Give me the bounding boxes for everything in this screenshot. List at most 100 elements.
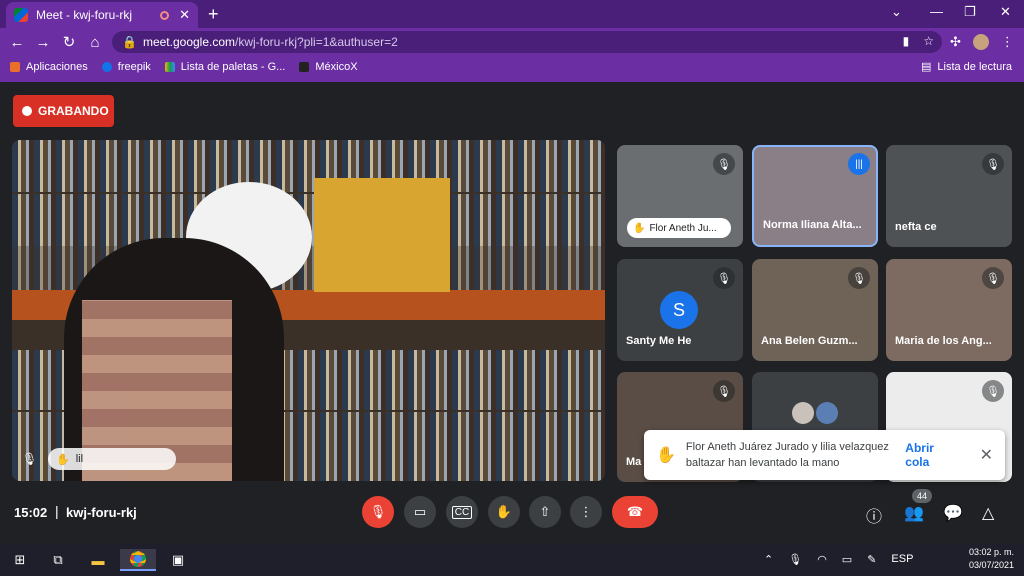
home-button[interactable]: ⌂: [82, 34, 108, 51]
open-queue-button[interactable]: Abrir cola: [905, 441, 957, 469]
avatar: [816, 402, 838, 424]
camera-toggle-button[interactable]: ▭: [404, 496, 436, 528]
participant-tile[interactable]: 🎙 Maria de los Ang...: [886, 259, 1012, 361]
battery-icon[interactable]: ▭: [842, 553, 852, 566]
app-taskbar-icon[interactable]: ▣: [160, 549, 196, 571]
browser-frame: Meet - kwj-foru-rkj ✕ + ⌄ — ❐ ✕ ← → ↻ ⌂ …: [0, 0, 1024, 82]
meeting-code: kwj-foru-rkj: [66, 505, 137, 520]
participant-name: Norma Iliana Alta...: [763, 219, 862, 231]
toast-message: Flor Aneth Juárez Jurado y lilia velazqu…: [685, 441, 889, 469]
forward-button[interactable]: →: [30, 34, 56, 51]
bookmark-star-icon[interactable]: ☆: [923, 34, 934, 48]
extensions-area: ✣ ⋮: [950, 34, 1014, 50]
present-screen-button[interactable]: ⇧: [529, 496, 561, 528]
speaking-indicator-icon: |||: [848, 153, 870, 175]
windows-taskbar: ⊞ ⧉ ▬ ▣ ⌃ 🎙 ◠ ▭ ✎ ESP 03:02 p. m. 03/07/…: [0, 544, 1024, 576]
participant-tile[interactable]: 🎙 Ana Belen Guzm...: [752, 259, 878, 361]
meet-favicon-icon: [14, 8, 28, 22]
bookmark-label: Lista de paletas - G...: [180, 61, 286, 73]
new-tab-button[interactable]: +: [208, 4, 219, 25]
activities-button[interactable]: △: [982, 503, 994, 523]
browser-tab[interactable]: Meet - kwj-foru-rkj ✕: [6, 2, 198, 28]
mic-off-icon: 🎙: [982, 153, 1004, 175]
recording-indicator-icon: [160, 10, 170, 20]
hand-raised-toast: ✋ Flor Aneth Juárez Jurado y lilia velaz…: [644, 430, 1005, 480]
minimize-button[interactable]: —: [930, 4, 943, 19]
main-tile-name-pill: ✋ lil: [48, 448, 176, 470]
clock[interactable]: 03:02 p. m. 03/07/2021: [969, 546, 1014, 572]
reading-list-button[interactable]: ▤ Lista de lectura: [921, 60, 1012, 74]
chrome-logo: [130, 551, 146, 567]
bookshelf-row: [12, 140, 605, 192]
address-bar[interactable]: 🔒 meet.google.com/kwj-foru-rkj?pli=1&aut…: [112, 31, 942, 53]
language-indicator[interactable]: ESP: [891, 553, 913, 566]
captions-button[interactable]: CC: [446, 496, 478, 528]
main-video-tile[interactable]: 🎙 ✋ lil: [12, 140, 605, 481]
close-window-button[interactable]: ✕: [1000, 4, 1011, 20]
recording-label: GRABANDO: [38, 104, 109, 118]
main-tile-name: lil: [75, 453, 84, 465]
close-icon[interactable]: ✕: [980, 445, 993, 465]
chrome-taskbar-icon[interactable]: [120, 549, 156, 571]
hand-icon: ✋: [495, 504, 513, 519]
bookmark-paletas[interactable]: Lista de paletas - G...: [164, 61, 286, 73]
participant-tile[interactable]: 🎙 S Santy Me He: [617, 259, 743, 361]
url-host: meet.google.com: [142, 35, 236, 49]
microphone-tray-icon[interactable]: 🎙: [788, 553, 802, 566]
menu-kebab-icon[interactable]: ⋮: [1001, 34, 1014, 50]
chat-button[interactable]: 💬: [943, 503, 963, 523]
bookmarks-bar: Aplicaciones freepik Lista de paletas - …: [0, 56, 1024, 78]
back-button[interactable]: ←: [4, 34, 30, 51]
people-button[interactable]: 👥: [904, 503, 924, 523]
meeting-details-button[interactable]: ⓘ: [866, 503, 882, 527]
participant-name: Flor Aneth Ju...: [649, 222, 717, 234]
raise-hand-button[interactable]: ✋: [488, 496, 520, 528]
clock-date: 03/07/2021: [968, 560, 1014, 570]
wifi-icon[interactable]: ◠: [817, 553, 827, 566]
chevron-up-icon[interactable]: ⌃: [764, 553, 773, 566]
mic-off-icon: 🎙: [369, 504, 387, 519]
microphone-toggle-button[interactable]: 🎙: [362, 496, 394, 528]
more-options-button[interactable]: ⋮: [570, 496, 602, 528]
camera-icon: ▭: [413, 504, 427, 519]
bookmark-label: Aplicaciones: [26, 61, 88, 73]
close-tab-icon[interactable]: ✕: [179, 7, 190, 23]
participant-name: Ma: [626, 456, 642, 468]
camera-in-use-icon[interactable]: ▮: [903, 34, 910, 48]
participant-name: Santy Me He: [626, 335, 692, 347]
mic-off-icon: 🎙: [982, 380, 1004, 402]
start-windows-icon[interactable]: ⊞: [2, 549, 38, 571]
participant-tile[interactable]: ||| Norma Iliana Alta...: [752, 145, 878, 247]
more-vert-icon: ⋮: [579, 504, 593, 519]
yellow-box: [314, 178, 450, 292]
lock-icon: 🔒: [122, 35, 137, 49]
mexicox-icon: [299, 62, 310, 72]
url-path: /kwj-foru-rkj?pli=1&authuser=2: [235, 35, 398, 49]
pen-icon[interactable]: ✎: [867, 553, 876, 566]
separator: |: [55, 503, 59, 519]
raised-hand-icon: ✋: [656, 447, 676, 464]
participant-tile[interactable]: 🎙 ✋ Flor Aneth Ju...: [617, 145, 743, 247]
recording-badge[interactable]: GRABANDO: [13, 95, 114, 127]
bookmark-label: MéxicoX: [315, 61, 358, 73]
mic-off-icon: 🎙: [848, 267, 870, 289]
tab-strip: Meet - kwj-foru-rkj ✕ + ⌄ — ❐ ✕: [0, 0, 1024, 28]
profile-avatar[interactable]: [972, 34, 989, 50]
reload-button[interactable]: ↻: [56, 33, 82, 51]
palette-icon: [164, 62, 175, 72]
restore-button[interactable]: ❐: [964, 4, 976, 20]
bookmark-freepik[interactable]: freepik: [101, 61, 151, 73]
task-view-icon[interactable]: ⧉: [40, 549, 76, 571]
participant-tile[interactable]: 🎙 nefta ce: [886, 145, 1012, 247]
meet-stage: GRABANDO 🎙 ✋ lil 🎙 ✋ Flor Aneth Ju... ||…: [0, 82, 1024, 544]
bookmark-apps[interactable]: Aplicaciones: [10, 61, 88, 73]
captions-icon: CC: [451, 505, 473, 519]
tab-search-icon[interactable]: ⌄: [891, 4, 902, 20]
bookmark-mexicox[interactable]: MéxicoX: [299, 61, 358, 73]
extensions-puzzle-icon[interactable]: ✣: [950, 34, 961, 50]
hang-up-icon: ☎: [626, 504, 644, 519]
apps-grid-icon: [10, 62, 20, 72]
file-explorer-icon[interactable]: ▬: [80, 549, 116, 571]
leave-call-button[interactable]: ☎: [612, 496, 658, 528]
mic-off-icon: 🎙: [713, 153, 735, 175]
